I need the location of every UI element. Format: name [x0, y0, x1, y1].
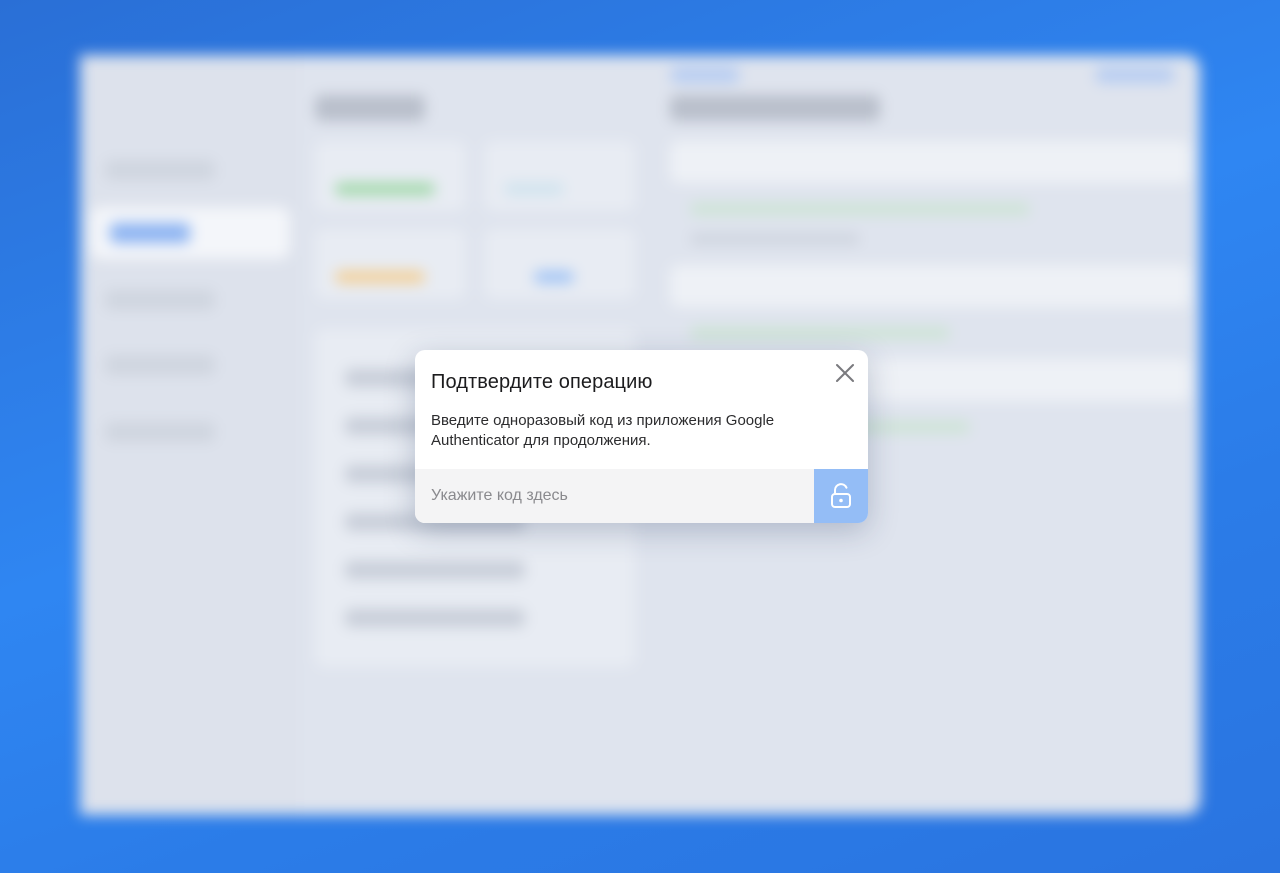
background-nav-item-active	[90, 207, 290, 259]
background-card	[484, 229, 635, 299]
background-line	[690, 327, 950, 339]
background-card	[315, 229, 466, 299]
background-nav-item	[105, 355, 215, 375]
background-nav-item	[105, 422, 215, 442]
background-heading	[670, 95, 880, 121]
dialog-description: Введите одноразовый код из приложения Go…	[431, 412, 775, 449]
background-list-item	[345, 609, 525, 627]
code-input[interactable]	[415, 469, 814, 523]
unlock-icon	[831, 483, 851, 508]
close-icon	[836, 364, 854, 382]
submit-code-button[interactable]	[814, 469, 868, 523]
background-heading	[315, 95, 425, 121]
background-line	[690, 203, 1030, 215]
close-button[interactable]	[832, 360, 858, 386]
background-top-pill	[1095, 67, 1175, 83]
background-line	[690, 233, 860, 245]
background-card	[315, 141, 466, 211]
background-sidebar	[80, 55, 300, 815]
background-top-pill	[670, 67, 740, 83]
background-card	[484, 141, 635, 211]
dialog-title: Подтвердите операцию	[431, 371, 653, 393]
background-nav-item	[105, 160, 215, 180]
background-field	[670, 265, 1190, 307]
background-cards	[315, 141, 635, 299]
background-field	[670, 141, 1190, 183]
background-list-item	[345, 561, 525, 579]
confirm-operation-dialog: Подтвердите операцию Введите одноразовый…	[415, 350, 868, 523]
background-nav-item	[105, 290, 215, 310]
code-entry-row	[415, 469, 868, 523]
